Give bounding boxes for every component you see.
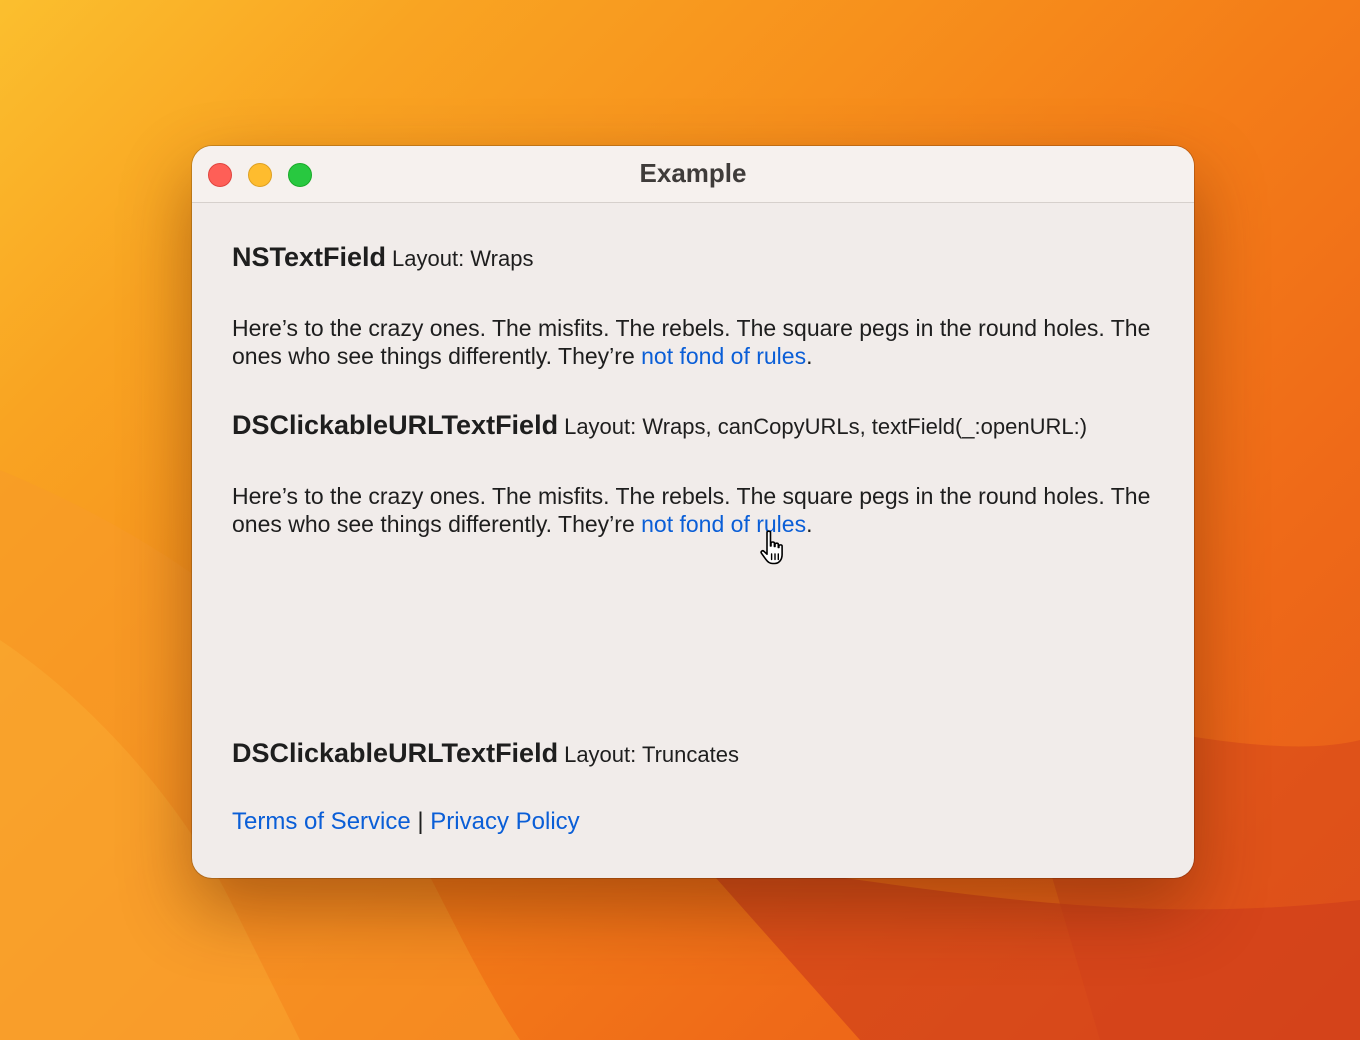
layout-label: Layout: Truncates <box>564 742 739 767</box>
window-title: Example <box>639 158 747 188</box>
layout-label: Layout: Wraps, canCopyURLs, textField(_:… <box>564 414 1088 439</box>
layout-label: Layout: Wraps <box>392 246 534 271</box>
paragraph-text-end: . <box>806 343 813 369</box>
terms-of-service-link[interactable]: Terms of Service <box>232 808 411 835</box>
section-heading-nstextfield: NSTextField Layout: Wraps <box>232 242 533 273</box>
wrapping-text-field: Here’s to the crazy ones. The misfits. T… <box>232 314 1162 370</box>
class-name-label: DSClickableURLTextField <box>232 738 559 768</box>
clickable-url-text-field: Here’s to the crazy ones. The misfits. T… <box>232 482 1162 538</box>
paragraph-text-end: . <box>806 511 813 537</box>
not-fond-of-rules-link[interactable]: not fond of rules <box>641 343 806 369</box>
class-name-label: DSClickableURLTextField <box>232 410 559 440</box>
section-heading-clickable-truncates: DSClickableURLTextField Layout: Truncates <box>232 738 739 769</box>
truncating-links-text-field: Terms of Service | Privacy Policy <box>232 808 580 836</box>
app-window: Example NSTextField Layout: Wraps Here’s … <box>192 146 1194 878</box>
window-titlebar: Example <box>192 146 1194 203</box>
pointing-hand-cursor-icon <box>760 530 783 565</box>
link-separator: | <box>417 808 424 835</box>
section-heading-clickable-wraps: DSClickableURLTextField Layout: Wraps, ca… <box>232 410 1087 441</box>
privacy-policy-link[interactable]: Privacy Policy <box>430 808 579 835</box>
class-name-label: NSTextField <box>232 242 387 272</box>
